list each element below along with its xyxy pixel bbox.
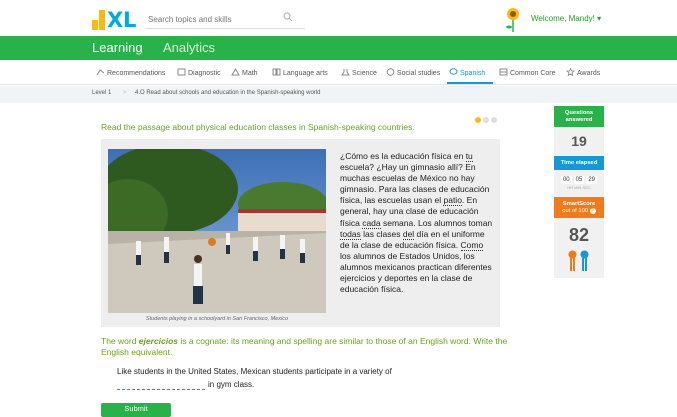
vocab-word[interactable]: cada	[362, 217, 381, 229]
questions-answered-label: Questions answered	[554, 106, 604, 127]
time-minutes: 05	[573, 176, 585, 184]
time-seconds: 29	[586, 176, 598, 184]
time-elapsed-label: Time elapsed	[554, 156, 604, 170]
book-icon	[272, 68, 281, 76]
schoolyard-photo	[108, 149, 326, 313]
question-prompt: Read the passage about physical educatio…	[101, 122, 415, 132]
vocab-word[interactable]: patio	[443, 195, 462, 207]
smartscore-title: SmartScore	[562, 201, 596, 207]
logo-x: X	[107, 8, 123, 32]
dot	[483, 117, 489, 123]
nav-label: Spanish	[460, 70, 486, 77]
active-tab-underline	[447, 82, 493, 84]
questions-answered-value: 19	[554, 127, 604, 156]
dot	[491, 117, 497, 123]
nav-science[interactable]: Science	[341, 68, 377, 77]
vocab-word[interactable]: todas	[340, 228, 361, 240]
vocab-word[interactable]: del	[402, 228, 415, 240]
smartscore-subtitle: out of 100 ?	[554, 208, 604, 215]
smartscore-label[interactable]: SmartScore out of 100 ?	[554, 197, 604, 218]
tab-analytics[interactable]: Analytics	[163, 40, 215, 55]
welcome-menu[interactable]: Welcome, Mandy! ▾	[531, 14, 601, 23]
subject-nav: Recommendations Diagnostic Math Language…	[0, 61, 677, 85]
nav-label: Math	[242, 70, 258, 77]
sentence-after-blank: in gym class.	[208, 380, 255, 389]
passage-panel: Students playing in a schoolyard in San …	[101, 139, 500, 327]
sentence-before-blank: Like students in the United States, Mexi…	[117, 367, 392, 376]
vocab-word[interactable]: Como	[460, 239, 484, 251]
nav-label: Language arts	[283, 70, 328, 77]
search-input[interactable]	[145, 11, 275, 28]
speech-bubble-icon	[449, 68, 458, 75]
passage-segment: los alumnos de Estados Unidos, los alumn…	[340, 250, 492, 295]
cognate-word: ejercicios	[138, 336, 179, 346]
passage-segment: ¿Cómo es la educación física en	[340, 151, 466, 161]
main-nav: Learning Analytics	[0, 36, 677, 60]
passage-text: ¿Cómo es la educación física en tu escue…	[340, 151, 494, 295]
nav-label: Social studies	[397, 70, 441, 77]
ixl-logo[interactable]: X L	[92, 8, 138, 32]
smartscore-sub-text: out of 100	[562, 208, 589, 214]
nav-label: Diagnostic	[188, 70, 221, 77]
recommendations-icon	[96, 69, 105, 76]
diagnostic-icon	[177, 68, 186, 76]
cognate-instruction: The word ejercicios is a cognate: its me…	[101, 336, 521, 358]
vocab-word[interactable]: tu	[465, 151, 473, 162]
time-elapsed: 00 05 29 HR MIN SEC	[554, 170, 604, 197]
nav-social-studies[interactable]: Social studies	[386, 68, 440, 77]
time-hours: 00	[560, 176, 572, 184]
ribbon-orange-icon	[568, 250, 577, 271]
photo-caption: Students playing in a schoolyard in San …	[145, 316, 289, 322]
logo-bar	[99, 10, 105, 30]
math-icon	[231, 68, 240, 76]
passage-segment: semana. Los alumnos toman	[380, 217, 493, 228]
search-icon[interactable]	[283, 12, 293, 22]
nav-label: Recommendations	[107, 70, 166, 77]
nav-recommendations[interactable]: Recommendations	[96, 68, 165, 77]
nav-diagnostic[interactable]: Diagnostic	[177, 68, 221, 77]
top-header: X L Welcome, Mandy! ▾	[0, 0, 677, 40]
time-units: HR MIN SEC	[567, 185, 591, 190]
answer-input[interactable]	[117, 378, 205, 390]
breadcrumb-skill: 4.O Read about schools and education in …	[135, 90, 321, 96]
smartscore-value: 82	[568, 225, 590, 245]
awards-icon	[566, 68, 575, 76]
smartscore-box: 82	[554, 218, 604, 278]
breadcrumb-separator: >	[123, 90, 127, 96]
dot	[475, 117, 481, 123]
nav-common-core[interactable]: Common Core	[499, 68, 556, 77]
nav-label: Awards	[577, 70, 601, 77]
breadcrumb-level[interactable]: Level 1	[92, 90, 111, 96]
ribbon-blue-icon	[580, 250, 589, 271]
logo-l: L	[123, 8, 137, 32]
nav-awards[interactable]: Awards	[566, 68, 600, 77]
common-core-icon	[499, 68, 508, 76]
instruction-text: The word	[101, 336, 139, 346]
nav-language-arts[interactable]: Language arts	[272, 68, 328, 77]
help-icon[interactable]: ?	[589, 208, 596, 214]
breadcrumb: Level 1 > 4.O Read about schools and edu…	[0, 86, 677, 103]
nav-spanish[interactable]: Spanish	[449, 68, 485, 77]
nav-math[interactable]: Math	[231, 68, 258, 77]
passage-segment: las clases	[360, 228, 403, 239]
flask-icon	[341, 69, 350, 76]
stats-sidebar: Questions answered 19 Time elapsed 00 05 2…	[554, 106, 604, 278]
globe-icon	[386, 68, 395, 76]
search-box[interactable]	[145, 9, 305, 29]
nav-label: Science	[352, 70, 377, 77]
logo-bar	[92, 20, 98, 30]
sunflower-avatar-icon[interactable]	[504, 7, 522, 33]
nav-label: Common Core	[510, 70, 556, 77]
progress-dots	[475, 110, 499, 128]
tab-learning[interactable]: Learning	[92, 40, 143, 55]
